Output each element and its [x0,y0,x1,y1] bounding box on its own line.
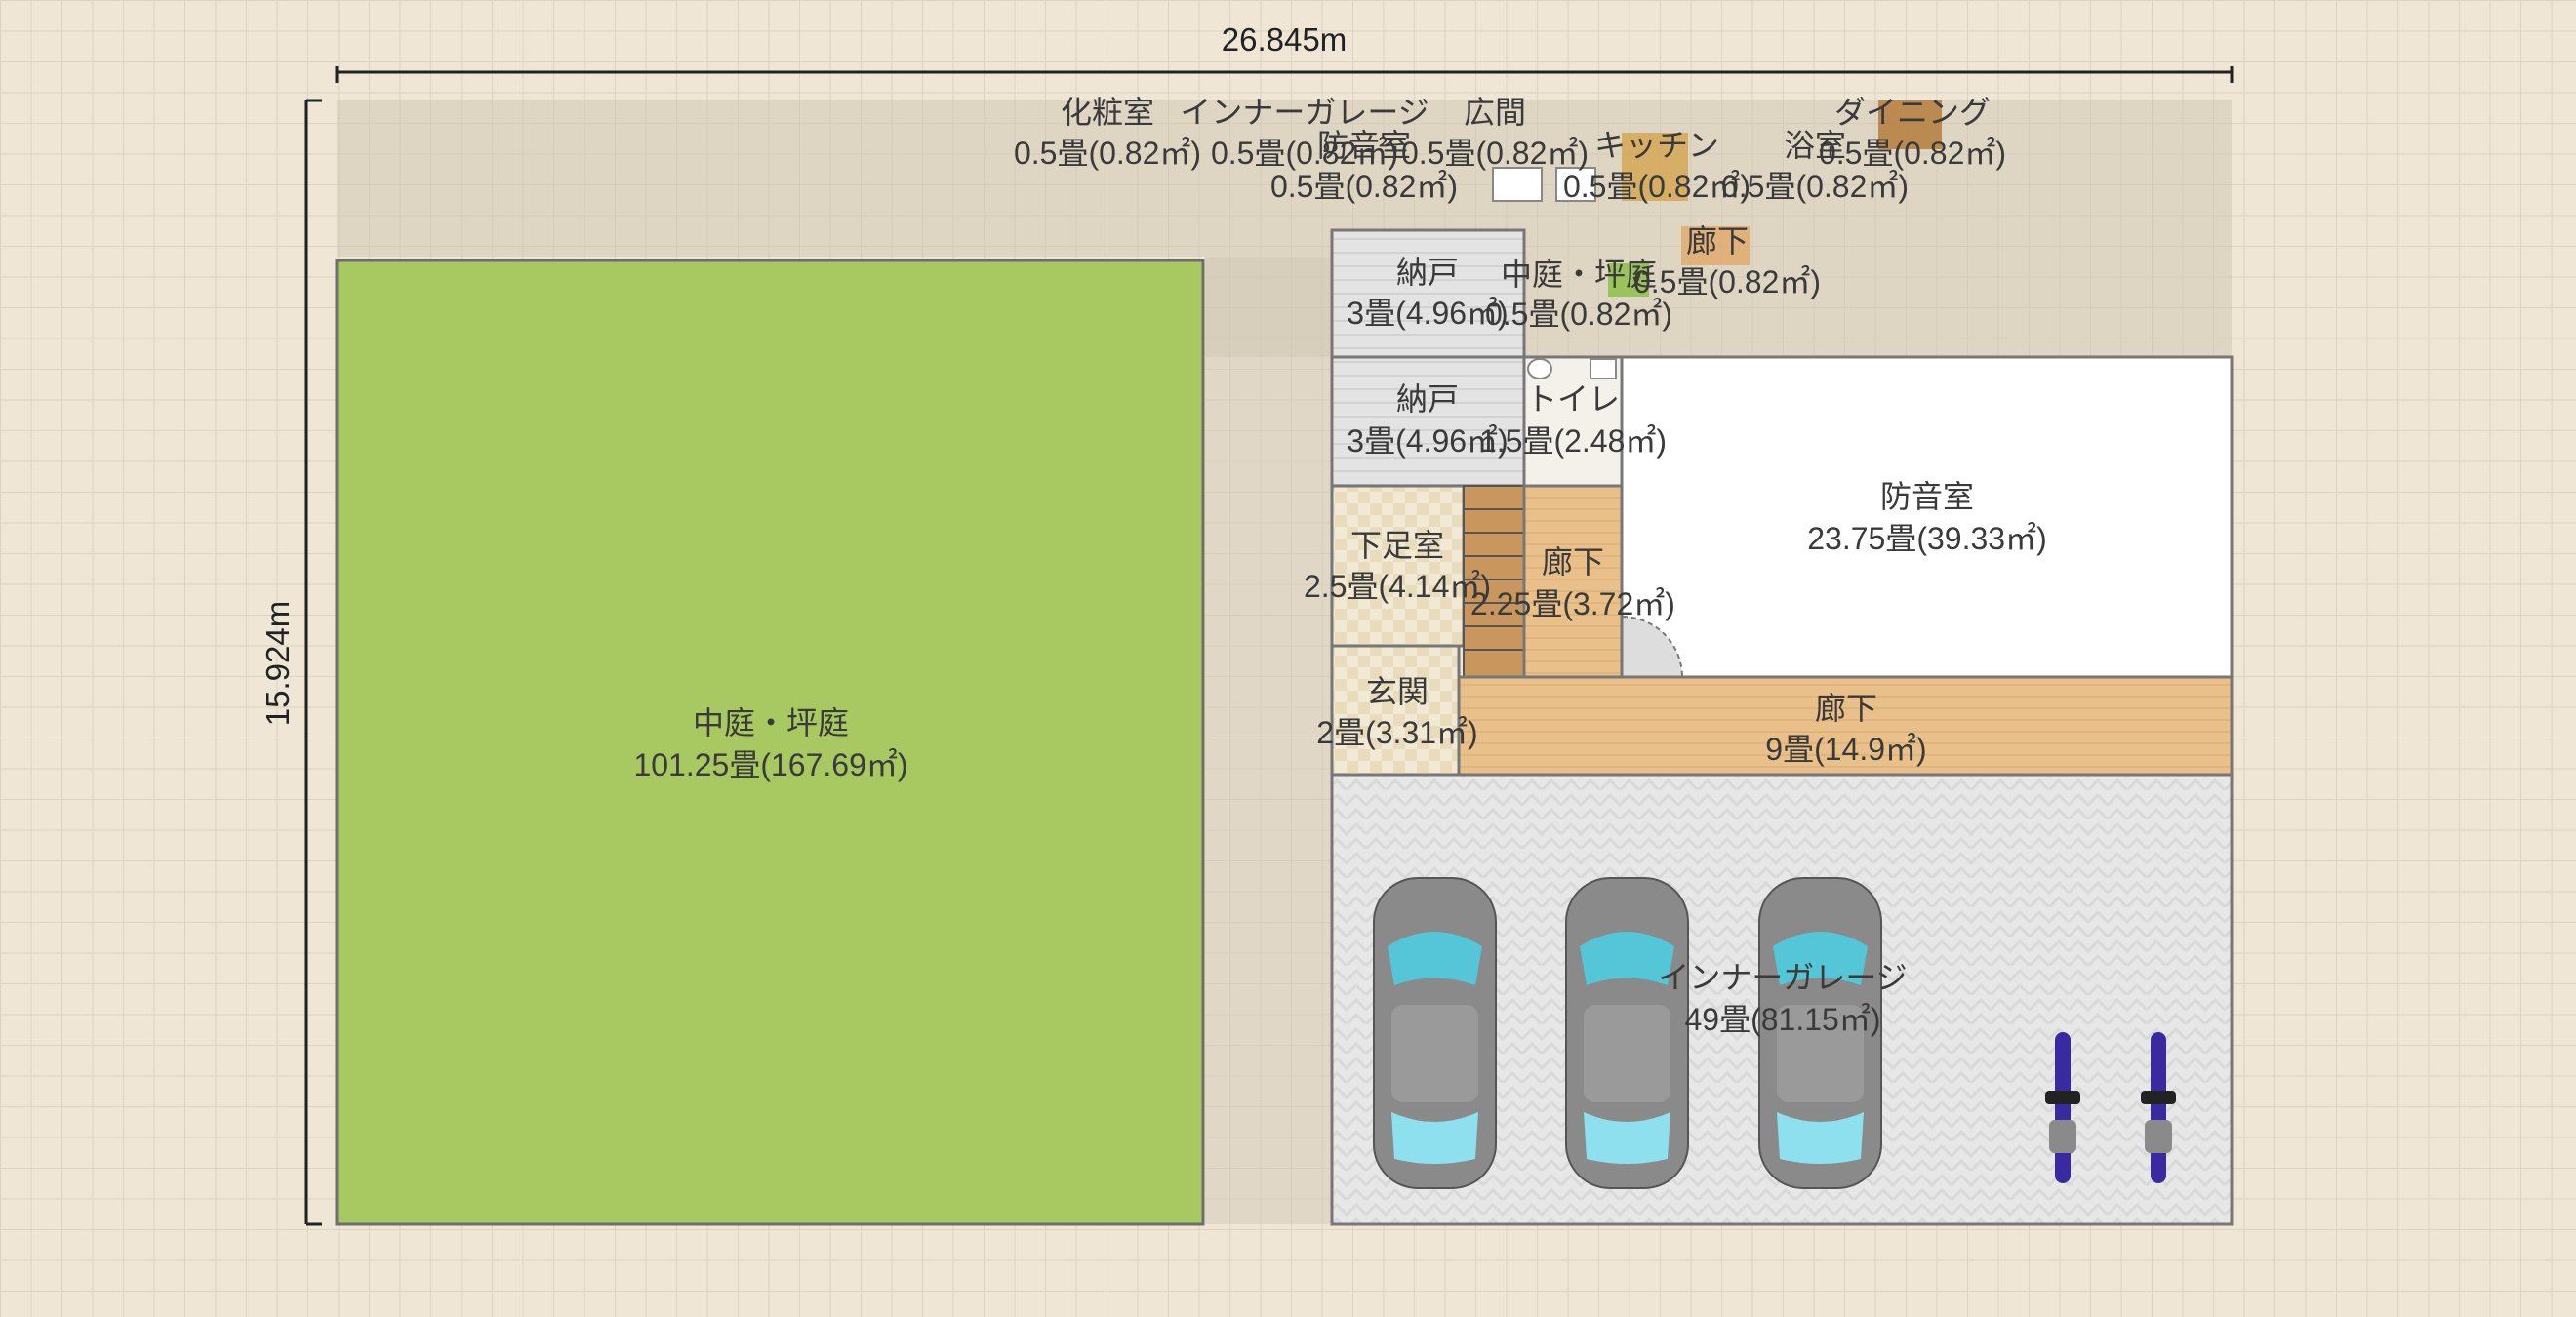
hall-long-name: 廊下 [1815,691,1877,726]
hall-small-area: 2.25畳(3.72㎡) [1470,586,1675,621]
shoe-room-name: 下足室 [1350,528,1444,563]
garden-area: 101.25畳(167.69㎡) [633,747,907,782]
room-garden[interactable] [335,259,1205,1226]
height-dimension: 15.924m [260,99,322,1226]
soundproof-name: 防音室 [1880,479,1974,514]
room-storage-2[interactable] [1330,355,1526,488]
storage-1-name: 納戸 [1396,255,1459,290]
powder-area: 0.5畳(0.82㎡) [1014,136,1201,171]
height-label: 15.924m [260,601,296,726]
sink-icon [1590,358,1617,379]
hiroma-name: 広間 [1464,95,1526,130]
upper-corridor-name: 廊下 [1686,223,1749,259]
hall-long-area: 9畳(14.9㎡) [1765,732,1926,767]
storage-1-area: 3畳(4.96㎡) [1347,296,1508,331]
dining-area: 0.5畳(0.82㎡) [1819,136,2006,171]
hall-small-name: 廊下 [1542,544,1604,579]
dining-name: ダイニング [1834,95,1991,130]
upper-garage-name: インナーガレージ [1180,95,1429,130]
toilet-area: 1.5畳(2.48㎡) [1479,423,1667,459]
entrance-name: 玄関 [1366,674,1429,709]
upper-soundproof-area: 0.5畳(0.82㎡) [1270,169,1458,204]
shoe-room-area: 2.5畳(4.14㎡) [1304,569,1491,604]
upper-sink-1 [1492,167,1543,202]
bath-area: 0.5畳(0.82㎡) [1721,169,1909,204]
upper-floor-strip [1205,257,1332,1224]
garage-area: 49畳(81.15㎡) [1685,1002,1881,1037]
floor-plan: 26.845m 15.924m 中庭・坪庭 101.25畳(167.69㎡) 納… [260,21,2234,1226]
garden-name: 中庭・坪庭 [693,705,849,740]
courtyard-small-area: 0.5畳(0.82㎡) [1485,297,1672,332]
room-storage-1[interactable] [1330,228,1526,359]
car-icon-2 [1565,877,1689,1189]
width-dimension: 26.845m [335,21,2234,83]
upper-soundproof-name: 防音室 [1317,128,1411,163]
hiroma-area: 0.5畳(0.82㎡) [1401,136,1589,171]
room-soundproof[interactable] [1620,355,2234,679]
room-hall-small[interactable] [1522,484,1624,679]
upper-corridor-area: 0.5畳(0.82㎡) [1633,264,1821,299]
width-label: 26.845m [1222,21,1347,58]
toilet-name: トイレ [1526,381,1620,417]
room-shoe[interactable] [1330,484,1466,648]
car-icon-1 [1373,877,1497,1189]
room-entrance[interactable] [1330,644,1461,777]
powder-name: 化粧室 [1061,95,1154,130]
soundproof-area: 23.75畳(39.33㎡) [1807,521,2046,556]
toilet-bowl-icon [1527,358,1552,379]
garage-name: インナーガレージ [1658,960,1907,995]
entrance-area: 2畳(3.31㎡) [1316,715,1477,750]
storage-2-name: 納戸 [1396,381,1459,417]
kitchen-name: キッチン [1594,128,1719,163]
